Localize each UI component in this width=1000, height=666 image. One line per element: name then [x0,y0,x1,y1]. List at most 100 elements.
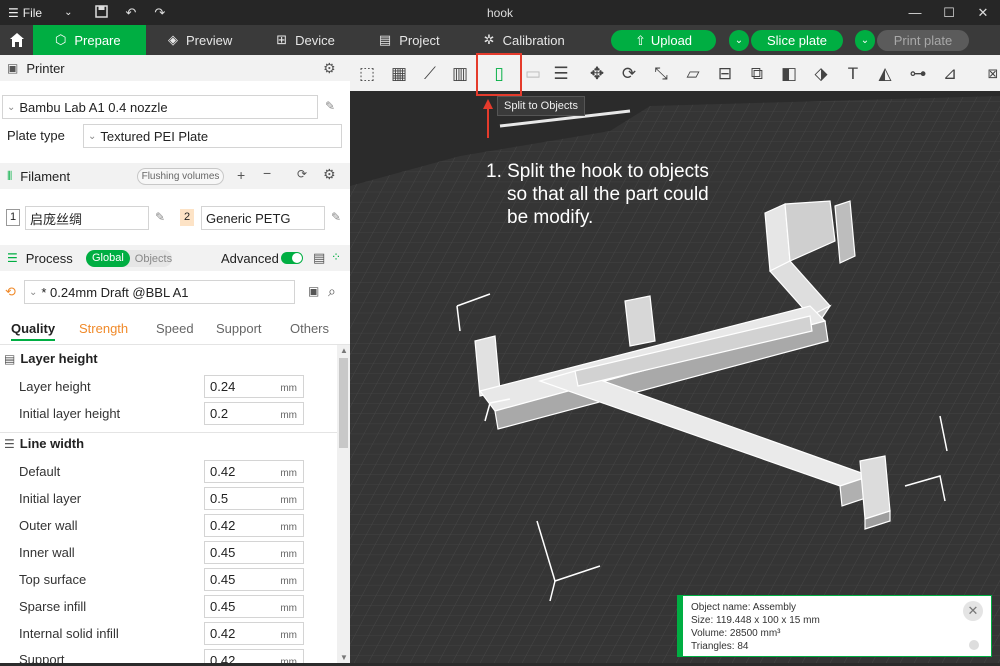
tab-device[interactable]: ⊞ Device [254,25,357,55]
tab-speed[interactable]: Speed [156,321,194,336]
auto-orient-icon[interactable]: ⟋ [417,61,443,87]
edit-icon[interactable]: ✎ [331,210,341,224]
setting-value: 0.24 [210,379,236,394]
grid-icon[interactable]: ⁘ [331,250,341,264]
window-controls: — ☐ ✕ [898,0,1000,25]
redo-icon[interactable]: ↷ [154,5,165,21]
support-paint-icon[interactable]: ◧ [776,61,802,87]
boolean-icon[interactable]: ⧉ [744,61,770,87]
internal-solid-infill-width-input[interactable]: 0.42 mm [204,622,304,645]
home-button[interactable] [0,25,33,55]
assembly-icon[interactable]: ⊿ [937,61,963,87]
split-to-parts-icon[interactable]: ▭ [520,61,546,87]
tab-project[interactable]: ▤ Project [357,25,462,55]
layer-height-input[interactable]: 0.24 mm [204,375,304,398]
edit-icon[interactable]: ✎ [325,99,335,113]
line-width-icon: ☰ [4,436,15,451]
scroll-down-icon[interactable]: ▼ [340,653,348,662]
plate-type-select[interactable]: ⌄ Textured PEI Plate [83,124,342,148]
initial-layer-width-input[interactable]: 0.5 mm [204,487,304,510]
flushing-volumes-button[interactable]: Flushing volumes [137,168,224,185]
default-line-width-input[interactable]: 0.42 mm [204,460,304,483]
layers-editor-icon[interactable]: ☰ [548,61,574,87]
rotate-icon[interactable]: ⟳ [616,61,642,87]
arrange-icon[interactable]: ▥ [447,61,473,87]
tab-prepare[interactable]: ⬡ Prepare [33,25,146,55]
global-option[interactable]: Global [86,250,130,267]
gear-icon[interactable]: ⚙ [323,166,336,183]
maximize-icon[interactable]: ☐ [932,0,966,25]
remove-icon[interactable]: − [263,165,271,181]
process-tabs: Quality Strength Speed Support Others [0,317,350,343]
global-objects-toggle[interactable]: Global Objects [86,250,172,267]
printer-name: Bambu Lab A1 0.4 nozzle [19,99,168,115]
inner-wall-width-input[interactable]: 0.45 mm [204,541,304,564]
add-plate-icon[interactable]: ▦ [386,61,412,87]
add-icon[interactable]: + [237,167,245,183]
tab-strength[interactable]: Strength [79,321,128,336]
initial-layer-height-input[interactable]: 0.2 mm [204,402,304,425]
file-menu[interactable]: ☰ File ⌄ [0,6,73,20]
reset-icon[interactable]: ⟲ [5,284,16,300]
top-surface-width-input[interactable]: 0.45 mm [204,568,304,591]
gear-icon[interactable]: ⚙ [323,60,336,77]
chevron-down-icon: ⌄ [29,286,38,298]
setting-label: Inner wall [19,545,75,560]
tab-quality[interactable]: Quality [11,321,56,341]
support-width-input[interactable]: 0.42 mm [204,649,304,663]
undo-icon[interactable]: ↶ [126,5,137,21]
print-plate-button[interactable]: Print plate [877,30,969,51]
measure-icon[interactable]: ⊶ [905,61,931,87]
minimize-icon[interactable]: — [898,0,932,25]
more-icon[interactable]: ⊠ [980,61,1000,87]
lay-on-face-icon[interactable]: ▱ [680,61,706,87]
list-icon[interactable]: ▤ [313,250,325,266]
cut-icon[interactable]: ⊟ [712,61,738,87]
save-icon[interactable] [94,4,108,21]
home-icon [9,33,24,47]
sparse-infill-width-input[interactable]: 0.45 mm [204,595,304,618]
tab-project-label: Project [399,32,440,48]
collapse-icon[interactable] [969,640,979,650]
object-name: Object name: Assembly [691,602,797,613]
slice-plate-button[interactable]: Slice plate [751,30,843,51]
process-preset-select[interactable]: ⌄ * 0.24mm Draft @BBL A1 [24,280,295,304]
save-icon[interactable]: ▣ [308,284,319,298]
search-icon[interactable]: ⌕ [328,283,336,300]
print-dropdown-button[interactable]: ⌄ [855,30,875,51]
close-icon[interactable]: ✕ [966,0,1000,25]
filament-1-select[interactable]: 启庞丝绸 [25,206,149,230]
pointer-arrow-head [483,99,493,109]
setting-label: Support [19,652,65,663]
setting-label: Initial layer [19,491,82,506]
add-object-icon[interactable]: ⬚ [354,61,380,87]
tab-preview[interactable]: ◈ Preview [146,25,254,55]
sync-icon[interactable]: ⟳ [297,167,307,181]
objects-option[interactable]: Objects [130,253,177,265]
main-nav: ⬡ Prepare ◈ Preview ⊞ Device ▤ Project ✲… [0,25,1000,55]
split-to-objects-tooltip: Split to Objects [497,96,585,116]
scale-icon[interactable]: ⤡ [648,61,674,87]
chevron-down-icon[interactable]: ⌄ [64,7,72,18]
move-icon[interactable]: ✥ [584,61,610,87]
close-icon[interactable]: ✕ [963,601,983,621]
settings-scrollbar-thumb[interactable] [339,358,348,448]
outer-wall-width-input[interactable]: 0.42 mm [204,514,304,537]
window-title: hook [486,5,514,20]
divider [0,344,350,345]
scroll-up-icon[interactable]: ▲ [340,346,348,355]
seam-paint-icon[interactable]: ⬗ [808,61,834,87]
printer-select[interactable]: ⌄ Bambu Lab A1 0.4 nozzle [2,95,318,119]
color-paint-icon[interactable]: ◭ [872,61,898,87]
edit-icon[interactable]: ✎ [155,210,165,224]
slice-dropdown-button[interactable]: ⌄ [729,30,749,51]
tab-support[interactable]: Support [216,321,262,336]
tab-calibration[interactable]: ✲ Calibration [462,25,587,55]
plate-type-value: Textured PEI Plate [100,128,209,144]
advanced-toggle[interactable] [281,252,303,264]
upload-button[interactable]: ⇧ Upload [611,30,716,51]
filament-2-select[interactable]: Generic PETG [201,206,325,230]
tab-others[interactable]: Others [290,321,329,336]
setting-label: Outer wall [19,518,78,533]
text-icon[interactable]: T [840,61,866,87]
